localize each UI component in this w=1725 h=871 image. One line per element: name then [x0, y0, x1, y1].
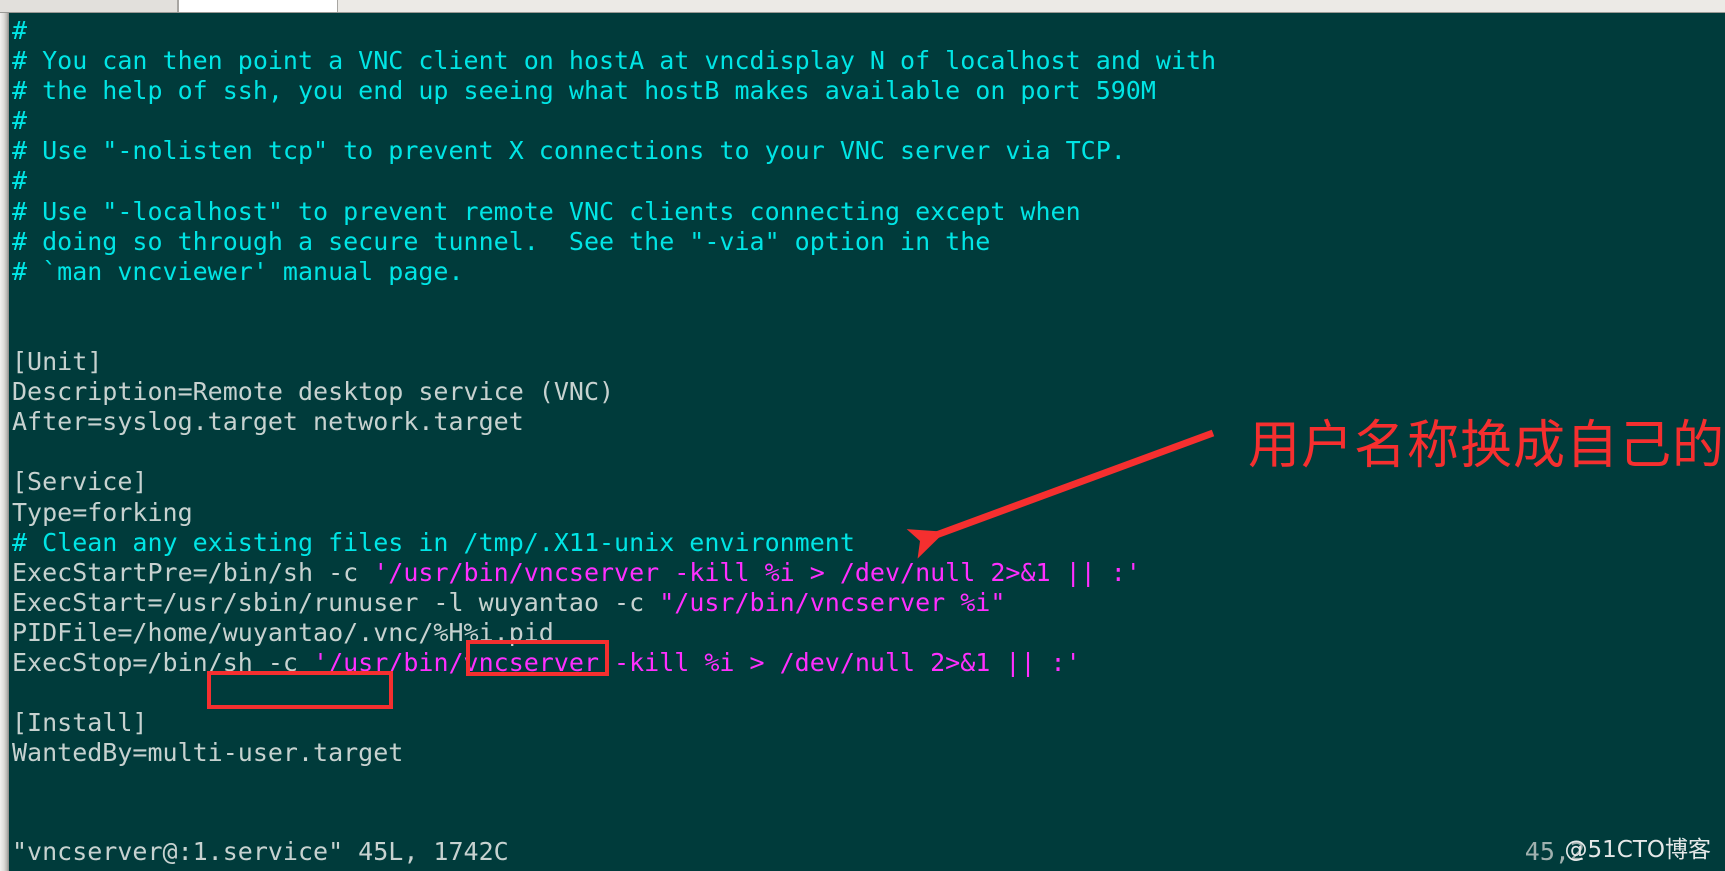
- vim-line: ExecStart=/usr/sbin/runuser -l wuyantao …: [12, 588, 1725, 618]
- vim-statusline: "vncserver@:1.service" 45L, 1742C: [12, 837, 509, 866]
- vim-line: # You can then point a VNC client on hos…: [12, 46, 1725, 76]
- vim-line-segment: # You can then point a VNC client on hos…: [12, 46, 1217, 76]
- window-tab-strip-filler: [338, 0, 1725, 12]
- vim-line: ExecStop=/bin/sh -c '/usr/bin/vncserver …: [12, 648, 1725, 678]
- vim-line-segment: PIDFile=/home/wuyantao/.vnc/%H%i.pid: [12, 617, 554, 647]
- vim-line: # doing so through a secure tunnel. See …: [12, 227, 1725, 257]
- vim-line-segment: After=syslog.target network.target: [12, 407, 524, 437]
- vim-line: Description=Remote desktop service (VNC): [12, 377, 1725, 407]
- vim-line-segment: # the help of ssh, you end up seeing wha…: [12, 76, 1156, 106]
- vim-line: #: [12, 16, 1725, 46]
- vim-line: ExecStartPre=/bin/sh -c '/usr/bin/vncser…: [12, 558, 1725, 588]
- vim-line: Type=forking: [12, 498, 1725, 528]
- vim-line-segment: # Use "-nolisten tcp" to prevent X conne…: [12, 136, 1126, 166]
- vim-line-segment: # doing so through a secure tunnel. See …: [12, 226, 991, 256]
- vim-line: # Use "-localhost" to prevent remote VNC…: [12, 197, 1725, 227]
- annotation-note-username: 用户名称换成自己的: [1248, 416, 1725, 476]
- vim-line-segment: ExecStartPre=/bin/sh -c: [12, 557, 374, 587]
- vim-line-segment: [Unit]: [12, 347, 103, 377]
- vim-line: [12, 287, 1725, 317]
- vim-line: #: [12, 106, 1725, 136]
- site-watermark: @51CTO博客: [1564, 837, 1711, 863]
- vim-line-segment: '/usr/bin/vncserver -kill %i > /dev/null…: [313, 647, 1081, 677]
- vim-line: # Clean any existing files in /tmp/.X11-…: [12, 528, 1725, 558]
- scrollbar-left[interactable]: [0, 13, 9, 871]
- vim-line-segment: ExecStart=/usr/sbin/runuser -l wuyantao …: [12, 587, 660, 617]
- vim-line-segment: #: [12, 106, 28, 136]
- vim-line: WantedBy=multi-user.target: [12, 738, 1725, 768]
- vim-line-segment: Description=Remote desktop service (VNC): [12, 377, 615, 407]
- vim-line-segment: '/usr/bin/vncserver -kill %i > /dev/null…: [373, 557, 1141, 587]
- window-tab-strip: [0, 0, 1725, 13]
- vim-line-segment: #: [12, 16, 28, 45]
- vim-line: #: [12, 166, 1725, 196]
- vim-line-segment: "/usr/bin/vncserver %i": [659, 587, 1006, 617]
- vim-line: # Use "-nolisten tcp" to prevent X conne…: [12, 136, 1725, 166]
- window-tab-2[interactable]: [178, 0, 338, 12]
- vim-line-segment: # Use "-localhost" to prevent remote VNC…: [12, 196, 1081, 226]
- vim-line-segment: Type=forking: [12, 497, 193, 527]
- vim-line-segment: ExecStop=/bin/sh -c: [12, 647, 314, 677]
- vim-line: # `man vncviewer' manual page.: [12, 257, 1725, 287]
- terminal-window: # # You can then point a VNC client on ho…: [0, 0, 1725, 871]
- window-tab-1[interactable]: [0, 0, 178, 12]
- vim-line: [12, 678, 1725, 708]
- vim-line: [Unit]: [12, 347, 1725, 377]
- vim-line-segment: WantedBy=multi-user.target: [12, 738, 404, 768]
- vim-line: # the help of ssh, you end up seeing wha…: [12, 76, 1725, 106]
- vim-line-segment: # Clean any existing files in /tmp/.X11-…: [12, 527, 855, 557]
- vim-line: PIDFile=/home/wuyantao/.vnc/%H%i.pid: [12, 618, 1725, 648]
- vim-line: [12, 317, 1725, 347]
- vim-line-segment: #: [12, 166, 28, 196]
- vim-line-segment: # `man vncviewer' manual page.: [12, 256, 464, 286]
- vim-line: [Install]: [12, 708, 1725, 738]
- vim-line-segment: [Install]: [12, 708, 148, 738]
- vim-line-segment: [Service]: [12, 467, 148, 497]
